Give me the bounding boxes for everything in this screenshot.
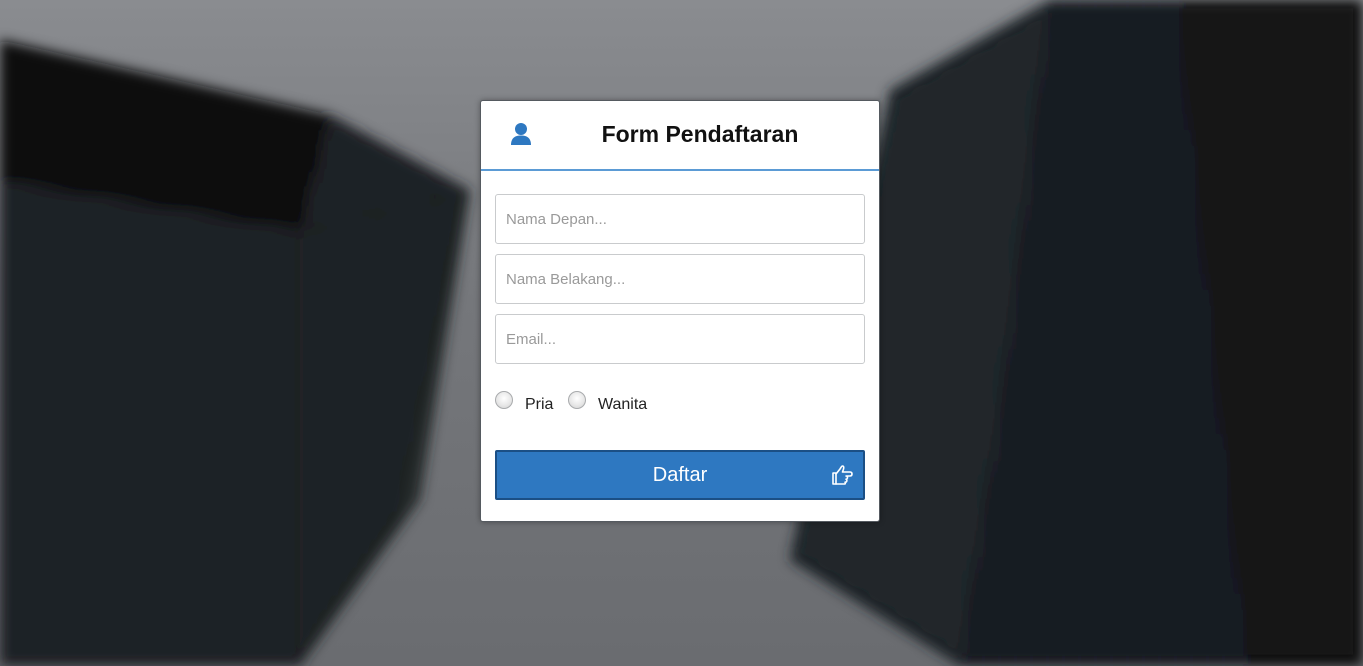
form-title: Form Pendaftaran bbox=[601, 121, 799, 147]
submit-button-label: Daftar bbox=[652, 464, 708, 486]
radio-pria[interactable] bbox=[495, 391, 513, 409]
first-name-input[interactable] bbox=[495, 194, 865, 244]
email-input[interactable] bbox=[495, 314, 865, 364]
submit-button[interactable]: Daftar bbox=[495, 450, 865, 500]
hand-pointer-right-icon bbox=[831, 464, 853, 486]
last-name-input[interactable] bbox=[495, 254, 865, 304]
radio-pria-label[interactable]: Pria bbox=[525, 396, 553, 414]
registration-form: Form Pendaftaran Pria Wanita Daftar bbox=[480, 100, 880, 522]
form-header: Form Pendaftaran bbox=[481, 101, 879, 171]
radio-wanita[interactable] bbox=[568, 391, 586, 409]
radio-wanita-label[interactable]: Wanita bbox=[598, 396, 647, 414]
